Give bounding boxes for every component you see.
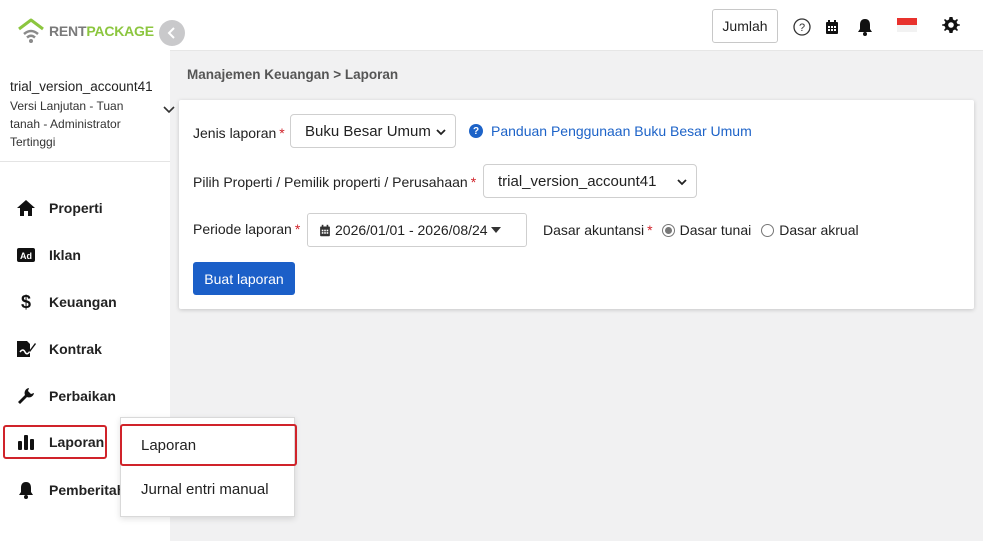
breadcrumb: Manajemen Keuangan > Laporan [187, 67, 399, 82]
top-bar: Jumlah ? [170, 0, 983, 51]
sidebar-item-label: Iklan [49, 247, 81, 263]
account-name: trial_version_account41 [10, 79, 153, 94]
chevron-down-icon [677, 179, 687, 186]
ad-icon: Ad [15, 244, 37, 266]
calendar-icon[interactable] [825, 19, 839, 35]
report-type-select[interactable]: Buku Besar Umum [290, 114, 456, 148]
help-guide-link[interactable]: ? Panduan Penggunaan Buku Besar Umum [469, 123, 752, 139]
svg-text:$: $ [21, 292, 31, 312]
report-type-value: Buku Besar Umum [305, 122, 431, 140]
period-label: Periode laporan * [193, 221, 300, 237]
chevron-left-icon [167, 27, 175, 39]
sidebar-item-keuangan[interactable]: $ Keuangan [3, 285, 163, 319]
caret-down-icon [490, 227, 501, 233]
logo-text-rent: RENT [49, 23, 87, 39]
required-mark: * [279, 125, 285, 141]
accounting-basis-group: Dasar akuntansi * Dasar tunai Dasar akrua… [543, 222, 859, 238]
home-icon [15, 197, 37, 219]
sidebar-item-label: Kontrak [49, 341, 102, 357]
wrench-icon [15, 385, 37, 407]
sidebar-item-label: Keuangan [49, 294, 117, 310]
period-date-range-picker[interactable]: 2026/01/01 - 2026/08/24 [307, 213, 527, 247]
account-switcher[interactable]: trial_version_account41 Versi Lanjutan -… [0, 70, 175, 162]
jumlah-button[interactable]: Jumlah [712, 9, 778, 43]
sidebar-item-label: Laporan [49, 434, 105, 450]
help-icon[interactable]: ? [793, 18, 811, 36]
submenu-item-laporan[interactable]: Laporan [120, 424, 297, 466]
bar-chart-icon [15, 431, 37, 453]
sidebar-item-label: Pemberitah [49, 482, 126, 498]
sidebar-item-perbaikan[interactable]: Perbaikan [3, 379, 163, 413]
logo[interactable]: RENTPACKAGE [17, 18, 154, 44]
flag-icon[interactable] [897, 18, 917, 32]
radio-dasar-akrual[interactable]: Dasar akrual [761, 222, 859, 238]
bell-icon [15, 479, 37, 501]
chevron-down-icon [436, 129, 446, 136]
account-subtitle: Versi Lanjutan - Tuan tanah - Administra… [10, 99, 124, 149]
sidebar-collapse-button[interactable] [159, 20, 185, 46]
wifi-house-logo-icon [18, 18, 44, 43]
property-value: trial_version_account41 [498, 172, 657, 190]
radio-button[interactable] [761, 223, 775, 237]
sidebar-item-properti[interactable]: Properti [3, 191, 163, 225]
report-type-label-text: Jenis laporan [193, 125, 277, 141]
required-mark: * [470, 174, 477, 190]
laporan-submenu: Laporan Jurnal entri manual [120, 417, 297, 517]
submenu-item-label: Jurnal entri manual [141, 480, 269, 498]
calendar-icon [320, 224, 330, 236]
sidebar-item-iklan[interactable]: Ad Iklan [3, 238, 163, 272]
radio-button-checked[interactable] [661, 223, 675, 237]
required-mark: * [647, 222, 653, 238]
property-label: Pilih Properti / Pemilik properti / Peru… [193, 174, 476, 190]
radio-label: Dasar tunai [679, 222, 752, 238]
sidebar-item-label: Perbaikan [49, 388, 116, 404]
report-type-label: Jenis laporan * [193, 125, 285, 141]
chevron-down-icon[interactable] [163, 106, 175, 114]
accounting-basis-label: Dasar akuntansi [543, 222, 645, 238]
sidebar-item-laporan[interactable]: Laporan [3, 425, 107, 459]
svg-text:Ad: Ad [20, 251, 32, 261]
dollar-icon: $ [15, 291, 37, 313]
submenu-item-label: Laporan [141, 436, 197, 454]
period-value: 2026/01/01 - 2026/08/24 [335, 222, 488, 238]
period-label-text: Periode laporan [193, 221, 292, 237]
generate-report-button[interactable]: Buat laporan [193, 262, 295, 295]
radio-dasar-tunai[interactable]: Dasar tunai [661, 222, 752, 238]
radio-label: Dasar akrual [779, 222, 859, 238]
property-label-text: Pilih Properti / Pemilik properti / Peru… [193, 174, 468, 190]
sidebar-item-kontrak[interactable]: Kontrak [3, 332, 163, 366]
help-guide-text: Panduan Penggunaan Buku Besar Umum [491, 123, 752, 139]
bell-icon[interactable] [857, 18, 873, 36]
required-mark: * [294, 221, 301, 237]
svg-text:?: ? [799, 22, 805, 34]
submenu-item-jurnal-entri-manual[interactable]: Jurnal entri manual [121, 468, 296, 510]
logo-text-package: PACKAGE [86, 23, 154, 39]
gear-icon[interactable] [942, 16, 960, 34]
contract-icon [15, 338, 37, 360]
report-form-card: Jenis laporan * Buku Besar Umum ? Panduan… [179, 100, 974, 309]
property-select[interactable]: trial_version_account41 [483, 164, 697, 198]
sidebar-item-label: Properti [49, 200, 103, 216]
question-circle-icon: ? [469, 124, 483, 138]
